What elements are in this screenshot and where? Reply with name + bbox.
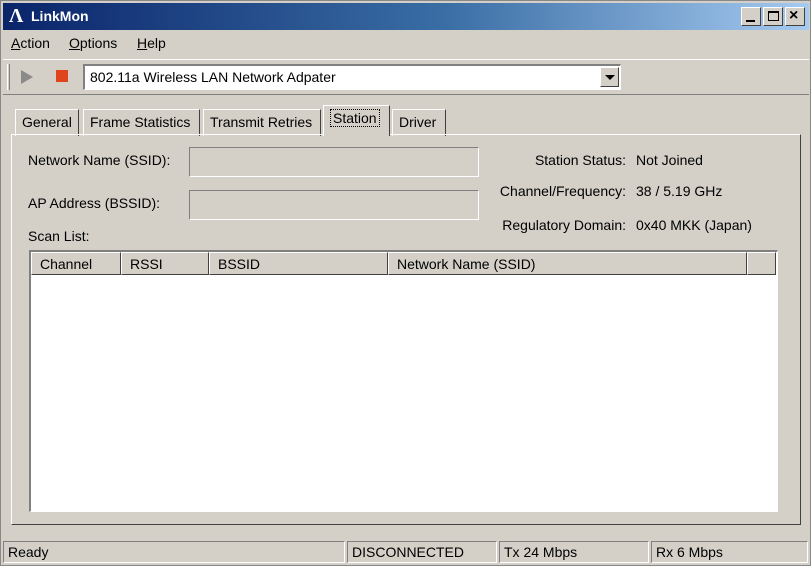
column-header-bssid[interactable]: BSSID — [209, 252, 388, 275]
bssid-label: AP Address (BSSID): — [28, 195, 161, 211]
menu-action-label: ction — [20, 35, 50, 51]
column-header-filler — [747, 252, 776, 275]
column-header-network-name[interactable]: Network Name (SSID) — [388, 252, 747, 275]
channel-frequency-label: Channel/Frequency: — [499, 183, 626, 199]
tab-driver[interactable]: Driver — [392, 109, 446, 136]
window-title: LinkMon — [31, 8, 89, 24]
menu-action-accel: A — [11, 35, 21, 51]
scan-list-label: Scan List: — [28, 228, 90, 244]
column-header-channel[interactable]: Channel — [31, 252, 121, 275]
adapter-selected-value: 802.11a Wireless LAN Network Adpater — [90, 69, 336, 85]
tab-transmit-retries[interactable]: Transmit Retries — [203, 109, 321, 136]
adapter-dropdown-button[interactable] — [600, 67, 619, 87]
close-button[interactable]: × — [785, 7, 805, 26]
tab-station[interactable]: Station — [323, 105, 390, 136]
menu-help-label: elp — [147, 35, 166, 51]
station-status-value: Not Joined — [636, 152, 703, 168]
status-ready: Ready — [3, 541, 345, 563]
ssid-field — [189, 147, 479, 177]
chevron-down-icon — [605, 75, 615, 80]
toolbar-grip[interactable] — [7, 64, 10, 90]
maximize-button[interactable] — [763, 7, 783, 26]
app-logo-icon: Λ — [9, 5, 24, 27]
tab-driver-label: Driver — [399, 114, 437, 130]
tab-general-label: General — [22, 114, 72, 130]
tab-transmit-retries-label: Transmit Retries — [210, 114, 313, 130]
tab-station-label: Station — [330, 109, 380, 127]
bssid-field — [189, 190, 479, 220]
regulatory-domain-value: 0x40 MKK (Japan) — [636, 217, 752, 233]
menu-options-label: ptions — [79, 35, 118, 51]
menu-options[interactable]: Options — [69, 35, 117, 51]
linkmon-window: Λ LinkMon × Action Options Help 802.11a … — [0, 0, 811, 566]
menu-options-accel: O — [69, 35, 80, 51]
menu-help-accel: H — [137, 35, 148, 51]
status-connection: DISCONNECTED — [347, 541, 497, 563]
tab-frame-statistics[interactable]: Frame Statistics — [83, 109, 200, 136]
stop-icon[interactable] — [56, 70, 68, 82]
menu-bar: Action Options Help — [3, 31, 809, 57]
maximize-icon — [768, 11, 779, 21]
title-bar[interactable]: Λ LinkMon × — [3, 3, 809, 30]
minimize-icon — [746, 20, 755, 22]
window-controls: × — [741, 7, 805, 26]
minimize-button[interactable] — [741, 7, 761, 26]
regulatory-domain-label: Regulatory Domain: — [502, 217, 626, 233]
play-icon[interactable] — [21, 70, 33, 84]
close-icon: × — [789, 7, 799, 24]
column-header-rssi[interactable]: RSSI — [121, 252, 209, 275]
adapter-select[interactable]: 802.11a Wireless LAN Network Adpater — [83, 64, 621, 90]
scan-list-header: Channel RSSI BSSID Network Name (SSID) — [31, 252, 776, 275]
status-tx-rate: Tx 24 Mbps — [499, 541, 649, 563]
station-status-label: Station Status: — [534, 152, 626, 168]
station-panel: Network Name (SSID): AP Address (BSSID):… — [11, 134, 801, 525]
tab-general[interactable]: General — [15, 109, 79, 136]
ssid-label: Network Name (SSID): — [28, 152, 171, 168]
status-rx-rate: Rx 6 Mbps — [651, 541, 808, 563]
toolbar: 802.11a Wireless LAN Network Adpater — [3, 59, 809, 95]
scan-list[interactable]: Channel RSSI BSSID Network Name (SSID) — [29, 250, 778, 512]
channel-frequency-value: 38 / 5.19 GHz — [636, 183, 723, 199]
menu-action[interactable]: Action — [11, 35, 50, 51]
status-bar: Ready DISCONNECTED Tx 24 Mbps Rx 6 Mbps — [1, 539, 811, 565]
menu-help[interactable]: Help — [137, 35, 166, 51]
tab-frame-statistics-label: Frame Statistics — [90, 114, 191, 130]
